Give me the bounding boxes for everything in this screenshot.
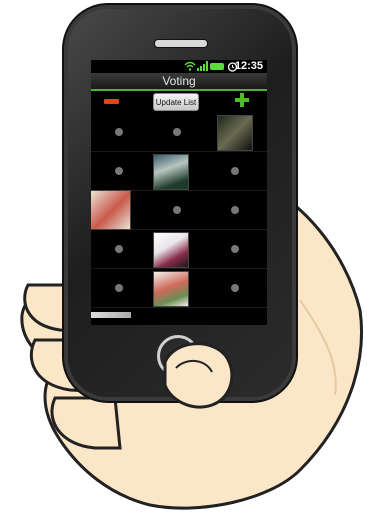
album-art[interactable]: [153, 271, 189, 307]
toolbar: Update List: [91, 91, 267, 113]
table-row: [91, 113, 267, 152]
table-row: [91, 152, 267, 191]
remove-button[interactable]: [104, 99, 119, 104]
signal-icon: [197, 61, 208, 71]
status-time: 12:35: [234, 60, 263, 72]
battery-icon: [210, 63, 224, 70]
phone-device: 12:35 Voting Update List: [62, 3, 298, 403]
wifi-icon: [184, 61, 196, 71]
album-art[interactable]: [153, 232, 189, 268]
vote-cell[interactable]: [149, 230, 207, 268]
vote-cell[interactable]: [91, 152, 149, 190]
update-list-button[interactable]: Update List: [153, 93, 199, 111]
add-button[interactable]: [235, 93, 249, 107]
vote-cell[interactable]: [149, 191, 207, 229]
speaker-grille: [154, 39, 208, 48]
partial-album-art[interactable]: [91, 312, 131, 318]
vote-cell[interactable]: [207, 152, 265, 190]
table-row: [91, 190, 267, 230]
title-bar: Voting: [91, 73, 267, 91]
empty-vote-dot: [115, 128, 123, 136]
empty-vote-dot: [115, 245, 123, 253]
vote-cell[interactable]: [207, 269, 265, 307]
empty-vote-dot: [173, 128, 181, 136]
table-row: [91, 269, 267, 308]
vote-cell[interactable]: [91, 269, 149, 307]
page-title: Voting: [162, 74, 196, 88]
voting-grid: [91, 113, 267, 308]
empty-vote-dot: [115, 284, 123, 292]
vote-cell[interactable]: [207, 230, 265, 268]
table-row: [91, 230, 267, 269]
vote-cell[interactable]: [91, 230, 149, 268]
vote-cell[interactable]: [149, 269, 207, 307]
empty-vote-dot: [231, 206, 239, 214]
vote-cell[interactable]: [207, 191, 265, 229]
status-bar: 12:35: [91, 60, 267, 73]
empty-vote-dot: [231, 284, 239, 292]
empty-vote-dot: [115, 167, 123, 175]
album-art[interactable]: [91, 190, 131, 230]
home-button[interactable]: [157, 335, 199, 377]
empty-vote-dot: [173, 206, 181, 214]
vote-cell[interactable]: [149, 152, 207, 190]
phone-screen: 12:35 Voting Update List: [91, 60, 267, 325]
album-art[interactable]: [217, 115, 253, 151]
empty-vote-dot: [231, 245, 239, 253]
empty-vote-dot: [231, 167, 239, 175]
vote-cell[interactable]: [91, 190, 149, 230]
vote-cell[interactable]: [207, 113, 265, 151]
album-art[interactable]: [153, 154, 189, 190]
vote-cell[interactable]: [91, 113, 149, 151]
vote-cell[interactable]: [149, 113, 207, 151]
